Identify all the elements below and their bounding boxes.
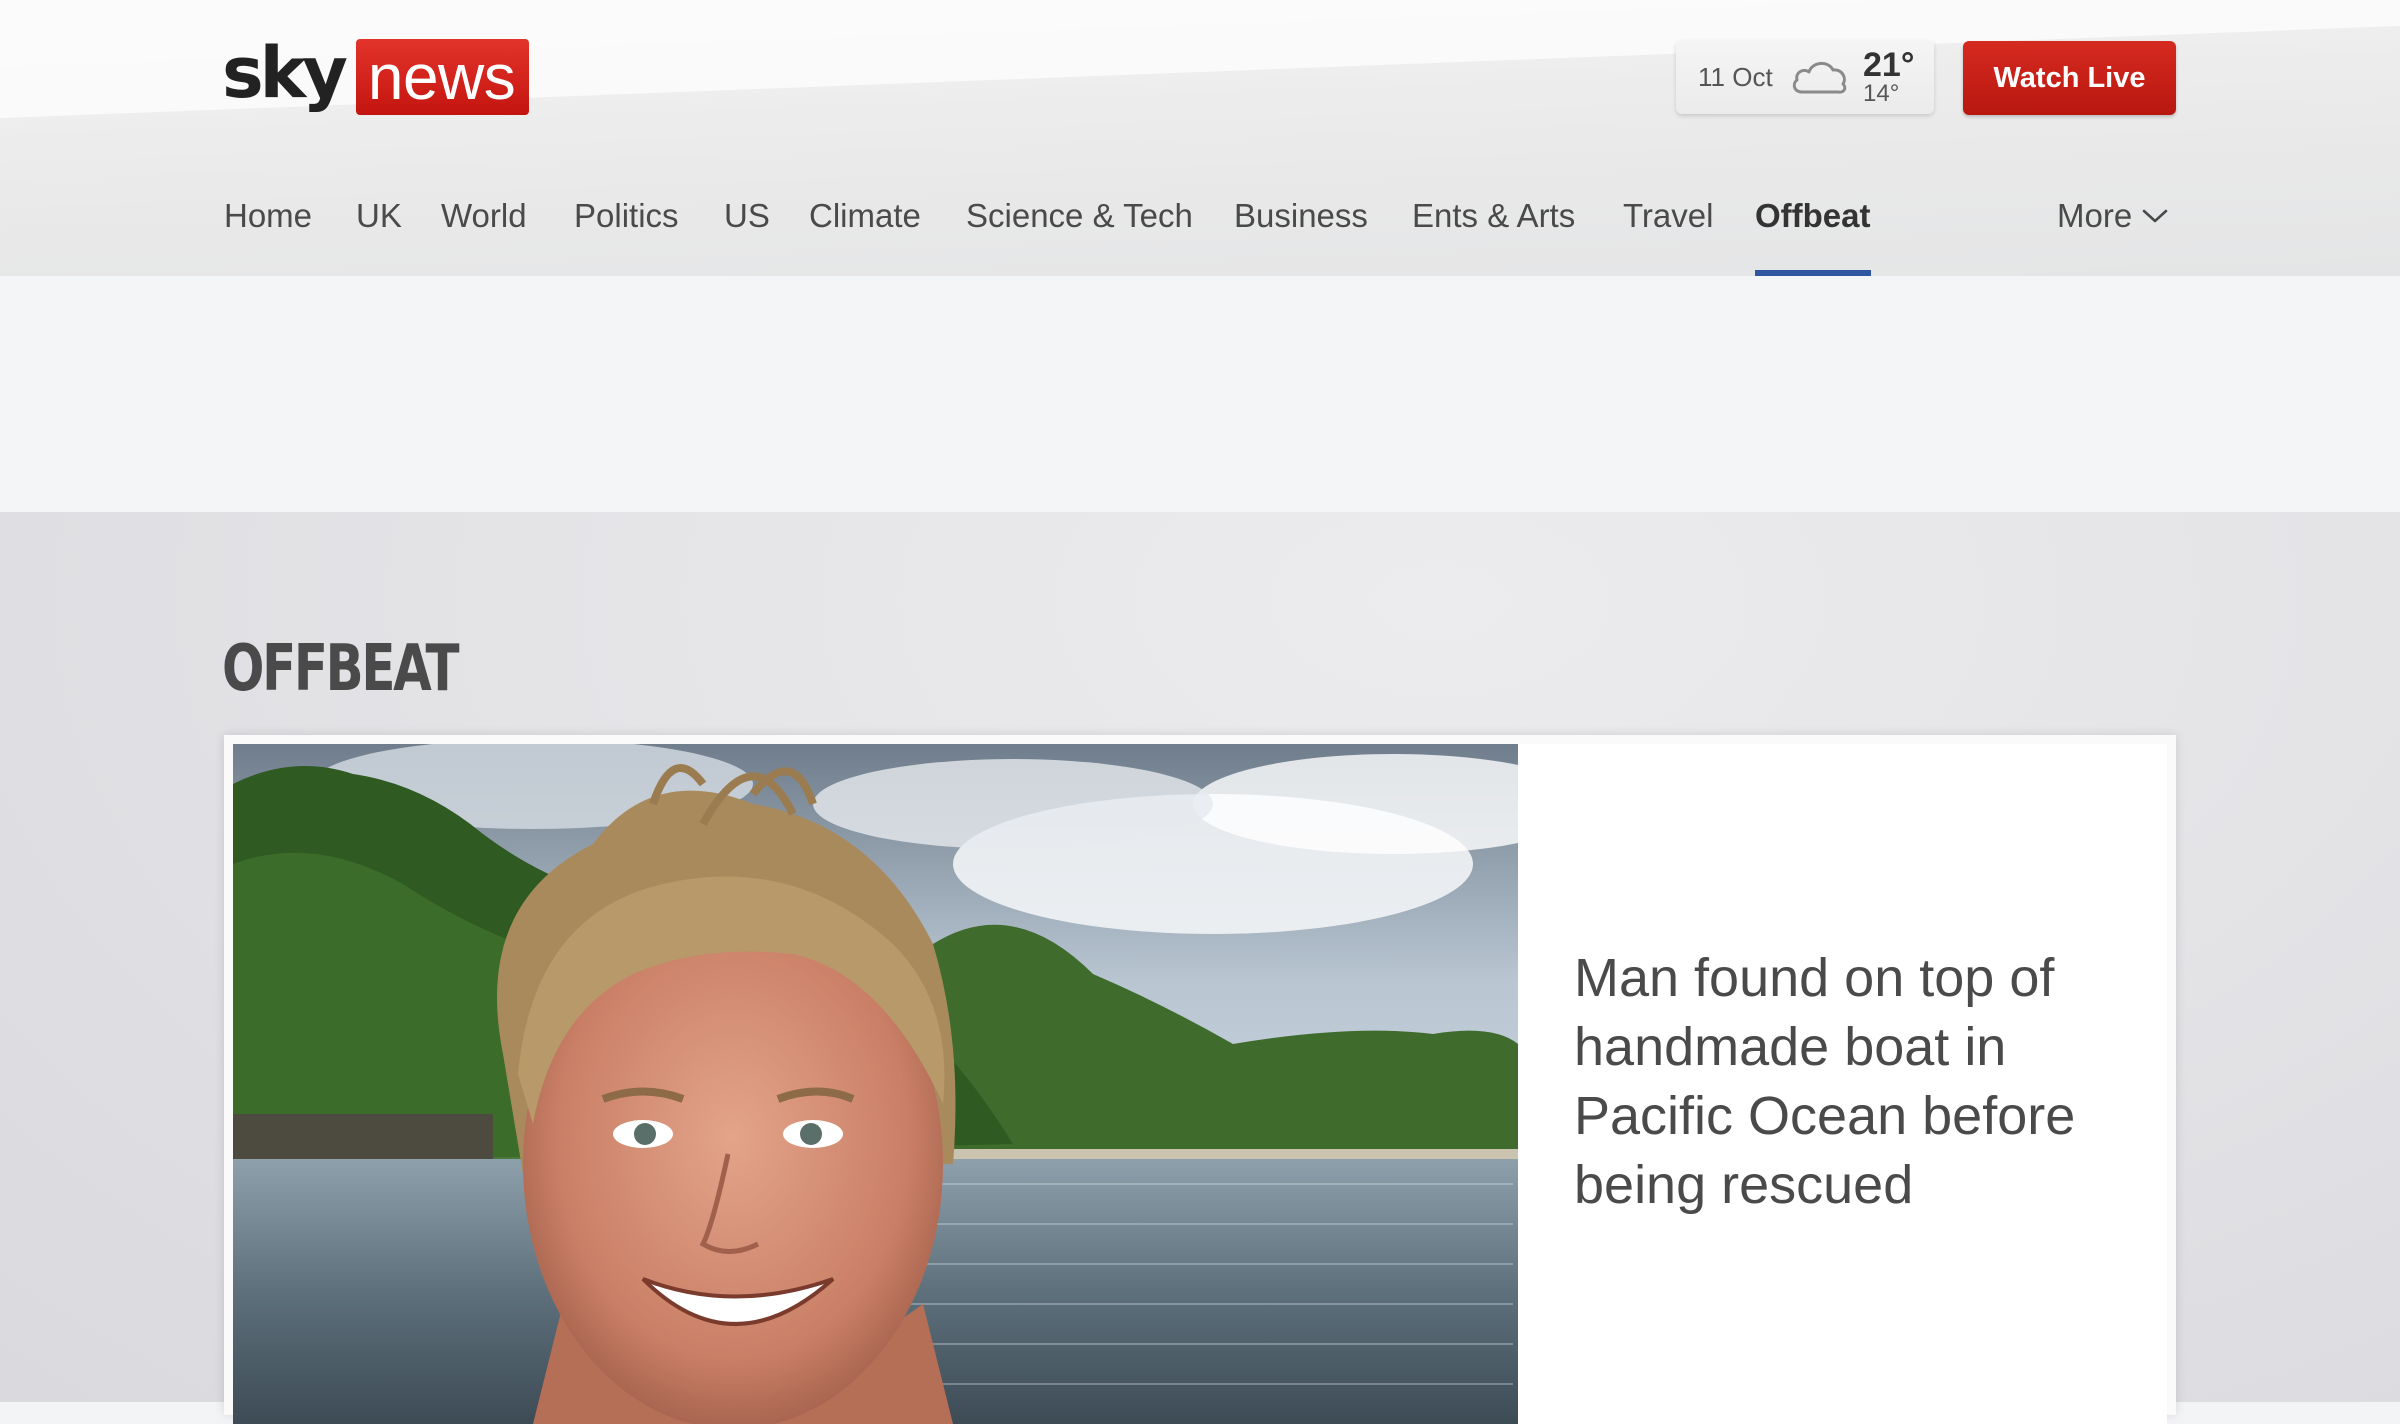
- more-label: More: [2057, 197, 2133, 234]
- weather-date: 11 Oct: [1698, 62, 1773, 92]
- lead-story-image[interactable]: [233, 744, 1518, 1424]
- nav-item-us[interactable]: US: [724, 184, 770, 276]
- chevron-down-icon: [2142, 209, 2168, 223]
- cloud-icon: [1788, 56, 1850, 98]
- more-menu-button[interactable]: More: [2057, 184, 2168, 248]
- site-header: sky news 11 Oct 21° 14° Watch Live Home …: [0, 0, 2400, 276]
- lead-story-headline[interactable]: Man found on top of handmade boat in Pac…: [1574, 944, 2134, 1220]
- nav-item-world[interactable]: World: [441, 184, 527, 276]
- watch-live-button[interactable]: Watch Live: [1963, 41, 2176, 115]
- lead-story-text-panel: Man found on top of handmade boat in Pac…: [1518, 744, 2167, 1424]
- weather-low-temp: 14°: [1863, 80, 1900, 107]
- nav-item-offbeat[interactable]: Offbeat: [1755, 184, 1871, 276]
- weather-widget[interactable]: 11 Oct 21° 14°: [1676, 40, 1934, 114]
- section-title: OFFBEAT: [222, 631, 460, 706]
- advert-placeholder: [0, 276, 2400, 512]
- nav-item-climate[interactable]: Climate: [809, 184, 921, 276]
- logo-news-text: news: [355, 39, 530, 115]
- nav-item-business[interactable]: Business: [1234, 184, 1368, 276]
- nav-item-politics[interactable]: Politics: [574, 184, 679, 276]
- logo-sky-text: sky: [222, 32, 348, 114]
- sky-news-logo[interactable]: sky news: [222, 34, 530, 116]
- lead-story-card: Man found on top of handmade boat in Pac…: [224, 735, 2176, 1424]
- nav-item-travel[interactable]: Travel: [1623, 184, 1713, 276]
- nav-item-science-tech[interactable]: Science & Tech: [966, 184, 1193, 276]
- main-navigation: Home UK World Politics US Climate Scienc…: [0, 184, 2400, 276]
- nav-item-home[interactable]: Home: [224, 184, 312, 276]
- nav-item-ents-arts[interactable]: Ents & Arts: [1412, 184, 1575, 276]
- nav-item-uk[interactable]: UK: [356, 184, 402, 276]
